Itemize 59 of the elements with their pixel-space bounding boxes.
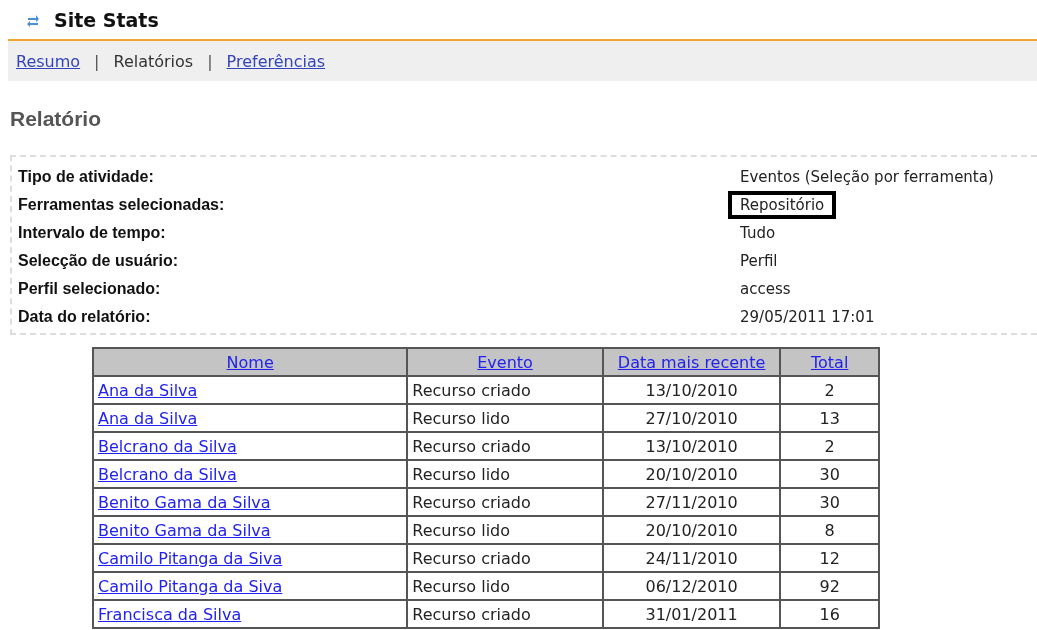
table-cell: Recurso criado [407, 488, 603, 516]
name-link[interactable]: Camilo Pitanga da Siva [98, 548, 283, 568]
table-cell: 31/01/2011 [602, 600, 781, 628]
detail-value: Eventos (Seleção por ferramenta) [739, 167, 995, 188]
app-title: Site Stats [54, 8, 159, 31]
detail-label: Intervalo de tempo: [18, 223, 167, 243]
page-heading: Relatório [10, 107, 102, 132]
table-cell: Recurso criado [407, 376, 603, 404]
detail-label: Selecção de usuário: [18, 251, 180, 271]
table-cell: 24/11/2010 [602, 544, 781, 572]
nav-link[interactable]: Preferências [226, 51, 326, 71]
detail-value: Perfil [739, 251, 779, 272]
table-cell: Recurso lido [407, 460, 603, 488]
table-cell: 20/10/2010 [602, 516, 781, 544]
table-cell: 13 [780, 404, 879, 432]
name-link[interactable]: Belcrano da Silva [98, 464, 237, 484]
table-cell: Recurso criado [407, 600, 603, 628]
table-cell: 2 [780, 432, 879, 460]
table-cell: Recurso lido [407, 516, 603, 544]
table-cell: 13/10/2010 [602, 376, 781, 404]
table-cell: Recurso criado [407, 544, 603, 572]
name-link[interactable]: Benito Gama da Silva [98, 520, 271, 540]
table-cell: 20/10/2010 [602, 460, 781, 488]
nav-separator: | [207, 51, 213, 71]
detail-value: 29/05/2011 17:01 [739, 307, 876, 328]
table-cell: 92 [780, 572, 879, 600]
table-cell: 8 [780, 516, 879, 544]
nav-link[interactable]: Relatórios [113, 51, 194, 71]
name-link[interactable]: Francisca da Silva [98, 604, 242, 624]
name-link[interactable]: Ana da Silva [98, 408, 198, 428]
column-header-link[interactable]: Evento [477, 352, 533, 372]
column-header-link[interactable]: Data mais recente [617, 352, 766, 372]
table-cell: 13/10/2010 [602, 432, 781, 460]
table-cell: 30 [780, 460, 879, 488]
table-cell: 2 [780, 376, 879, 404]
table-cell: 16 [780, 600, 879, 628]
name-link[interactable]: Belcrano da Silva [98, 436, 237, 456]
table-cell: 30 [780, 488, 879, 516]
detail-value: access [739, 279, 792, 300]
table-cell: Recurso lido [407, 572, 603, 600]
name-link[interactable]: Camilo Pitanga da Siva [98, 576, 283, 596]
table-cell: Recurso criado [407, 432, 603, 460]
table-cell: 06/12/2010 [602, 572, 781, 600]
nav-separator: | [94, 51, 100, 71]
detail-label: Data do relatório: [18, 307, 152, 327]
detail-value: Repositório [728, 191, 837, 219]
table-cell: 12 [780, 544, 879, 572]
table-cell: Recurso lido [407, 404, 603, 432]
table-cell: 27/10/2010 [602, 404, 781, 432]
name-link[interactable]: Benito Gama da Silva [98, 492, 271, 512]
detail-label: Perfil selecionado: [18, 279, 162, 299]
column-header-link[interactable]: Nome [226, 352, 274, 372]
nav-link[interactable]: Resumo [16, 51, 81, 71]
column-header-link[interactable]: Total [811, 352, 849, 372]
table-cell: 27/11/2010 [602, 488, 781, 516]
name-link[interactable]: Ana da Silva [98, 380, 198, 400]
detail-label: Ferramentas selecionadas: [18, 195, 226, 215]
detail-label: Tipo de atividade: [18, 167, 155, 187]
detail-value: Tudo [739, 223, 777, 244]
